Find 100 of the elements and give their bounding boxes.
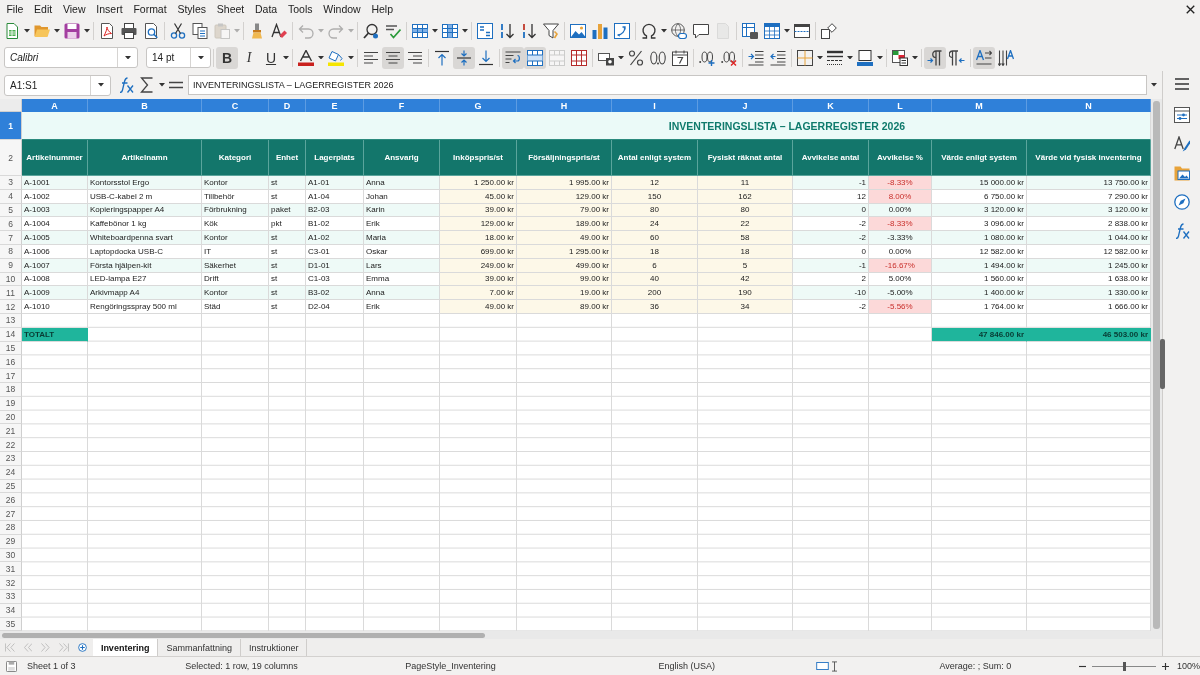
sigma-icon[interactable] <box>139 77 155 93</box>
bar-chart-icon[interactable] <box>592 23 608 39</box>
name-box[interactable]: A1:S1 <box>4 74 111 96</box>
row-header[interactable]: 31 <box>0 562 22 577</box>
row-header[interactable]: 27 <box>0 507 22 521</box>
menu-item[interactable]: Help <box>366 3 399 15</box>
borders-icon[interactable] <box>797 49 813 66</box>
caret-icon[interactable] <box>24 29 30 33</box>
curved-arrow-box-icon[interactable] <box>614 23 630 39</box>
boxed-lines-icon[interactable] <box>477 23 493 39</box>
close-icon[interactable] <box>1186 4 1195 14</box>
sheet-tab[interactable]: Inventering <box>92 639 159 657</box>
column-header[interactable]: K <box>793 99 869 112</box>
caret-icon[interactable] <box>877 55 883 60</box>
bars-down-arrow-icon[interactable] <box>521 23 537 39</box>
font-size-field[interactable]: 14 pt <box>146 47 211 68</box>
caret-icon[interactable] <box>462 29 468 33</box>
frame-bar-icon[interactable] <box>857 49 873 66</box>
row-header[interactable]: 26 <box>0 493 22 508</box>
fx-icon[interactable] <box>118 77 134 93</box>
row-header[interactable]: 1 <box>0 112 22 140</box>
row-header[interactable]: 7 <box>0 231 22 245</box>
plus-circle-icon[interactable] <box>77 643 87 653</box>
row-header[interactable]: 21 <box>0 424 22 439</box>
globe-link-icon[interactable] <box>671 23 687 39</box>
menu-item[interactable]: Format <box>128 3 173 15</box>
formula-input[interactable]: INVENTERINGSLISTA – LAGERREGISTER 2026 <box>188 75 1147 95</box>
caret-icon[interactable] <box>661 29 667 33</box>
bars-down-arrow-icon[interactable] <box>499 23 515 39</box>
column-header[interactable]: I <box>612 99 698 112</box>
menu-item[interactable]: Data <box>249 3 283 15</box>
menu-item[interactable]: Sheet <box>211 3 250 15</box>
paintbrush-icon[interactable] <box>249 23 265 39</box>
caret-icon[interactable] <box>847 55 853 60</box>
text-cursor-icon[interactable] <box>831 660 837 672</box>
indent-icon[interactable] <box>748 49 764 66</box>
menu-item[interactable]: Window <box>317 3 367 15</box>
row-header[interactable]: 16 <box>0 355 22 370</box>
row-header[interactable]: 22 <box>0 438 22 452</box>
sliders-panel-icon[interactable] <box>1173 107 1190 123</box>
shapes-icon[interactable] <box>821 23 837 39</box>
window-split-icon[interactable] <box>794 23 810 39</box>
image-folder-icon[interactable] <box>1173 165 1190 181</box>
funnel-icon[interactable] <box>543 23 559 39</box>
printer-icon[interactable] <box>121 23 137 39</box>
highlighter-icon[interactable] <box>328 49 344 66</box>
row-header[interactable]: 6 <box>0 217 22 232</box>
caret-icon[interactable] <box>432 29 438 33</box>
speech-bubble-icon[interactable] <box>693 23 709 39</box>
table-header-icon[interactable] <box>764 23 780 39</box>
column-header[interactable]: J <box>698 99 793 112</box>
row-header[interactable]: 2 <box>0 140 22 176</box>
menu-item[interactable]: View <box>57 3 91 15</box>
column-header[interactable]: D <box>269 99 306 112</box>
caret-icon[interactable] <box>283 55 289 60</box>
column-header[interactable]: N <box>1027 99 1151 112</box>
omega-icon[interactable] <box>641 23 657 39</box>
row-header[interactable]: 17 <box>0 369 22 383</box>
row-header[interactable]: 12 <box>0 300 22 314</box>
zoom-slider-thumb[interactable] <box>1122 661 1126 671</box>
table-list-icon[interactable] <box>892 49 908 66</box>
table-row-icon[interactable] <box>412 23 428 39</box>
column-header[interactable]: M <box>932 99 1027 112</box>
caret-icon[interactable] <box>124 55 131 60</box>
outdent-icon[interactable] <box>770 49 786 66</box>
letter-brush-icon[interactable] <box>1173 136 1190 152</box>
line-styles-icon[interactable] <box>827 49 843 66</box>
menu-item[interactable]: Tools <box>282 3 318 15</box>
caret-icon[interactable] <box>97 83 104 87</box>
underline-button[interactable]: U <box>260 46 282 69</box>
sidebar-handle[interactable] <box>1160 339 1165 389</box>
row-header[interactable]: 3 <box>0 176 22 190</box>
menu-item[interactable]: Edit <box>28 3 58 15</box>
column-header[interactable]: F <box>364 99 440 112</box>
column-header[interactable]: L <box>869 99 932 112</box>
caret-icon[interactable] <box>817 55 823 60</box>
document-squiggle-icon[interactable] <box>99 23 115 39</box>
column-header[interactable]: A <box>22 99 88 112</box>
caret-icon[interactable] <box>618 55 624 60</box>
italic-button[interactable]: I <box>238 46 260 69</box>
table-column-icon[interactable] <box>442 23 458 39</box>
caret-icon[interactable] <box>318 55 324 60</box>
two-pages-icon[interactable] <box>192 23 208 39</box>
percent-icon[interactable] <box>628 49 644 66</box>
caret-icon[interactable] <box>348 55 354 60</box>
column-header[interactable]: B <box>88 99 202 112</box>
image-icon[interactable] <box>570 23 586 39</box>
column-header[interactable]: C <box>202 99 269 112</box>
font-name-field[interactable]: Calibri <box>4 47 138 68</box>
bold-button[interactable]: B <box>216 46 238 69</box>
table-printer-icon[interactable] <box>742 23 758 39</box>
search-icon[interactable] <box>363 23 379 39</box>
menu-icon[interactable] <box>1173 76 1190 92</box>
fx-icon[interactable] <box>1173 223 1190 239</box>
letter-eraser-icon[interactable] <box>271 23 287 39</box>
compass-icon[interactable] <box>1173 194 1190 210</box>
lines-checkmark-icon[interactable] <box>385 23 401 39</box>
plus-icon[interactable] <box>1161 662 1169 670</box>
column-header[interactable]: H <box>517 99 612 112</box>
menu-item[interactable]: Insert <box>90 3 128 15</box>
